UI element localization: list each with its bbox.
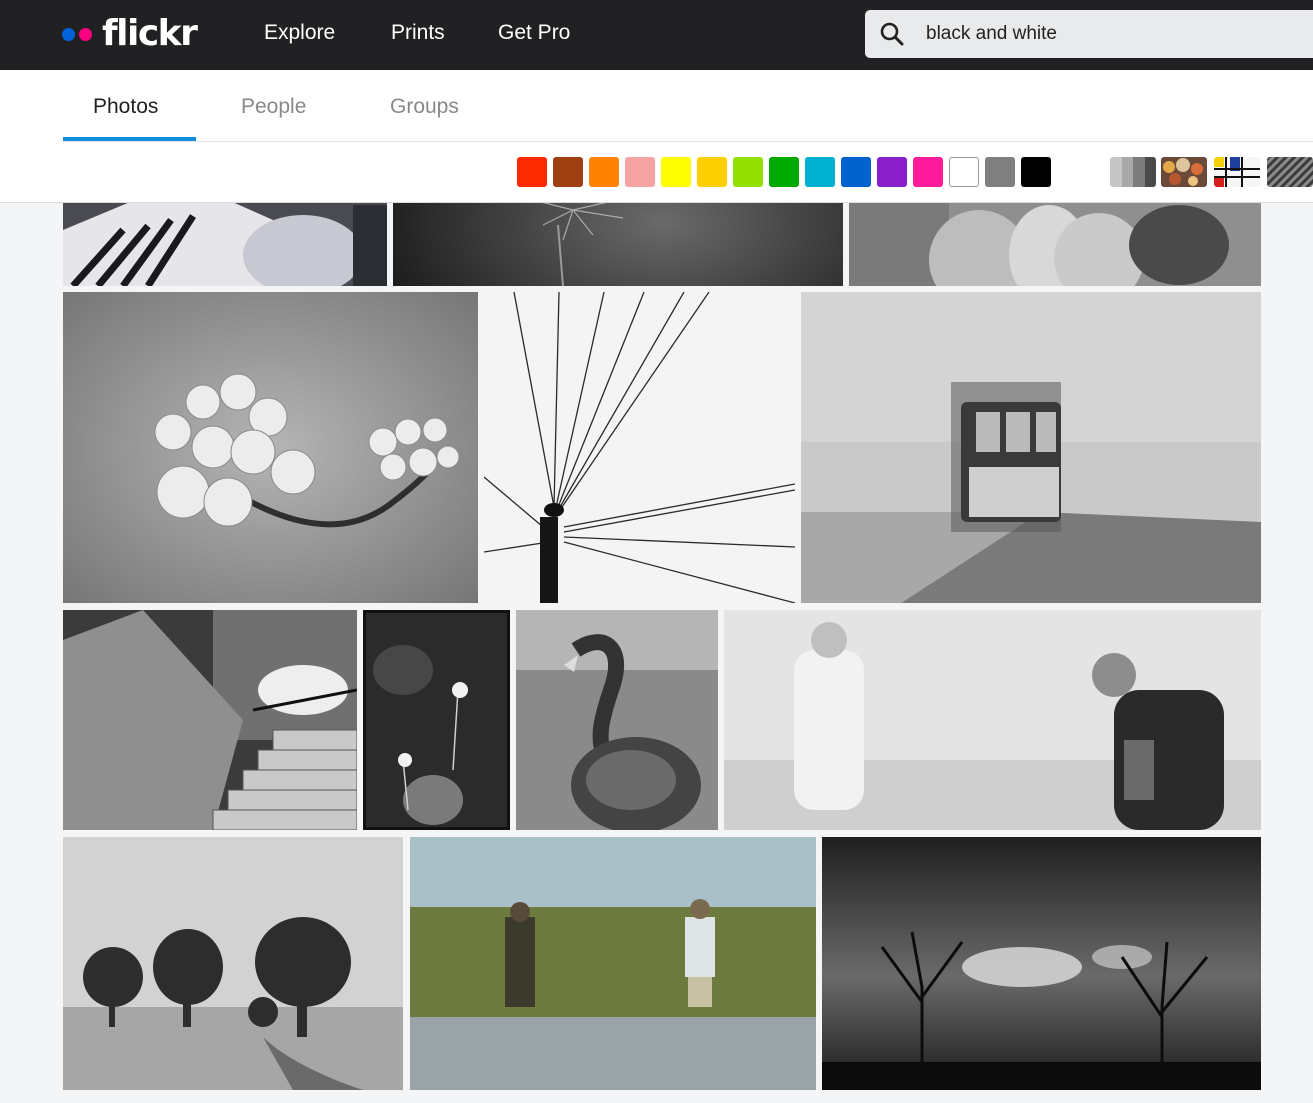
color-filter-blue[interactable] xyxy=(841,157,871,187)
photo-tile[interactable] xyxy=(822,837,1261,1090)
photo-tile[interactable] xyxy=(724,610,1261,830)
color-filter-white[interactable] xyxy=(949,157,979,187)
style-filter-patterns[interactable] xyxy=(1267,157,1313,187)
concrete-stairs-photo xyxy=(63,610,357,830)
swan-photo xyxy=(516,610,718,830)
water-reflection-photo xyxy=(410,837,816,1090)
color-filter-black[interactable] xyxy=(1021,157,1051,187)
nav-get-pro[interactable]: Get Pro xyxy=(498,20,570,46)
daisies-photo xyxy=(363,610,510,830)
color-filter-magenta[interactable] xyxy=(913,157,943,187)
search-filters-panel: Photos People Groups xyxy=(0,70,1313,203)
nav-explore[interactable]: Explore xyxy=(264,20,335,46)
logo-blue-dot xyxy=(62,27,75,41)
photo-tile[interactable] xyxy=(484,292,795,603)
color-filter-green[interactable] xyxy=(769,157,799,187)
tab-divider xyxy=(63,141,1313,142)
logo-pink-dot xyxy=(79,27,92,41)
woman-in-smoke-photo xyxy=(724,610,1261,830)
top-nav: flickr Explore Prints Get Pro black and … xyxy=(0,0,1313,70)
photo-tile[interactable] xyxy=(516,610,718,830)
nav-prints[interactable]: Prints xyxy=(391,20,445,46)
color-filter-lime[interactable] xyxy=(733,157,763,187)
patterns-filter-icon xyxy=(1267,157,1313,187)
color-filter-cyan[interactable] xyxy=(805,157,835,187)
style-filter-shallow-depth-of-field[interactable] xyxy=(1161,157,1207,187)
color-filter-yellow[interactable] xyxy=(661,157,691,187)
minimalist-filter-icon xyxy=(1214,157,1260,187)
photo-tile[interactable] xyxy=(63,292,478,603)
photo-tile[interactable] xyxy=(63,837,403,1090)
tab-people[interactable]: People xyxy=(241,94,306,120)
color-filter-gray[interactable] xyxy=(985,157,1015,187)
search-icon[interactable] xyxy=(879,21,905,47)
logo-wordmark: flickr xyxy=(102,13,198,54)
search-query[interactable]: black and white xyxy=(926,23,1057,45)
photo-tile[interactable] xyxy=(410,837,816,1090)
color-filter-gold[interactable] xyxy=(697,157,727,187)
tab-groups[interactable]: Groups xyxy=(390,94,459,120)
color-filter-pink[interactable] xyxy=(625,157,655,187)
search-box[interactable]: black and white xyxy=(865,10,1313,58)
flickr-logo[interactable]: flickr xyxy=(62,12,198,56)
color-filter-brown[interactable] xyxy=(553,157,583,187)
color-filter-red[interactable] xyxy=(517,157,547,187)
black-and-white-filter-icon xyxy=(1110,157,1156,187)
cherry-blossom-photo xyxy=(63,292,478,603)
stormy-sky-trees-photo xyxy=(822,837,1261,1090)
tab-photos[interactable]: Photos xyxy=(93,94,158,120)
style-filter-black-and-white[interactable] xyxy=(1110,157,1156,187)
photo-tile[interactable] xyxy=(63,610,357,830)
winter-trees-photo xyxy=(63,837,403,1090)
color-filter-orange[interactable] xyxy=(589,157,619,187)
lisbon-tram-photo xyxy=(801,292,1261,603)
depth-of-field-filter-icon xyxy=(1161,157,1207,187)
photo-tile[interactable] xyxy=(801,292,1261,603)
style-filter-minimalist[interactable] xyxy=(1214,157,1260,187)
color-filter-purple[interactable] xyxy=(877,157,907,187)
bird-on-wires-photo xyxy=(484,292,795,603)
photo-tile[interactable] xyxy=(363,610,510,830)
